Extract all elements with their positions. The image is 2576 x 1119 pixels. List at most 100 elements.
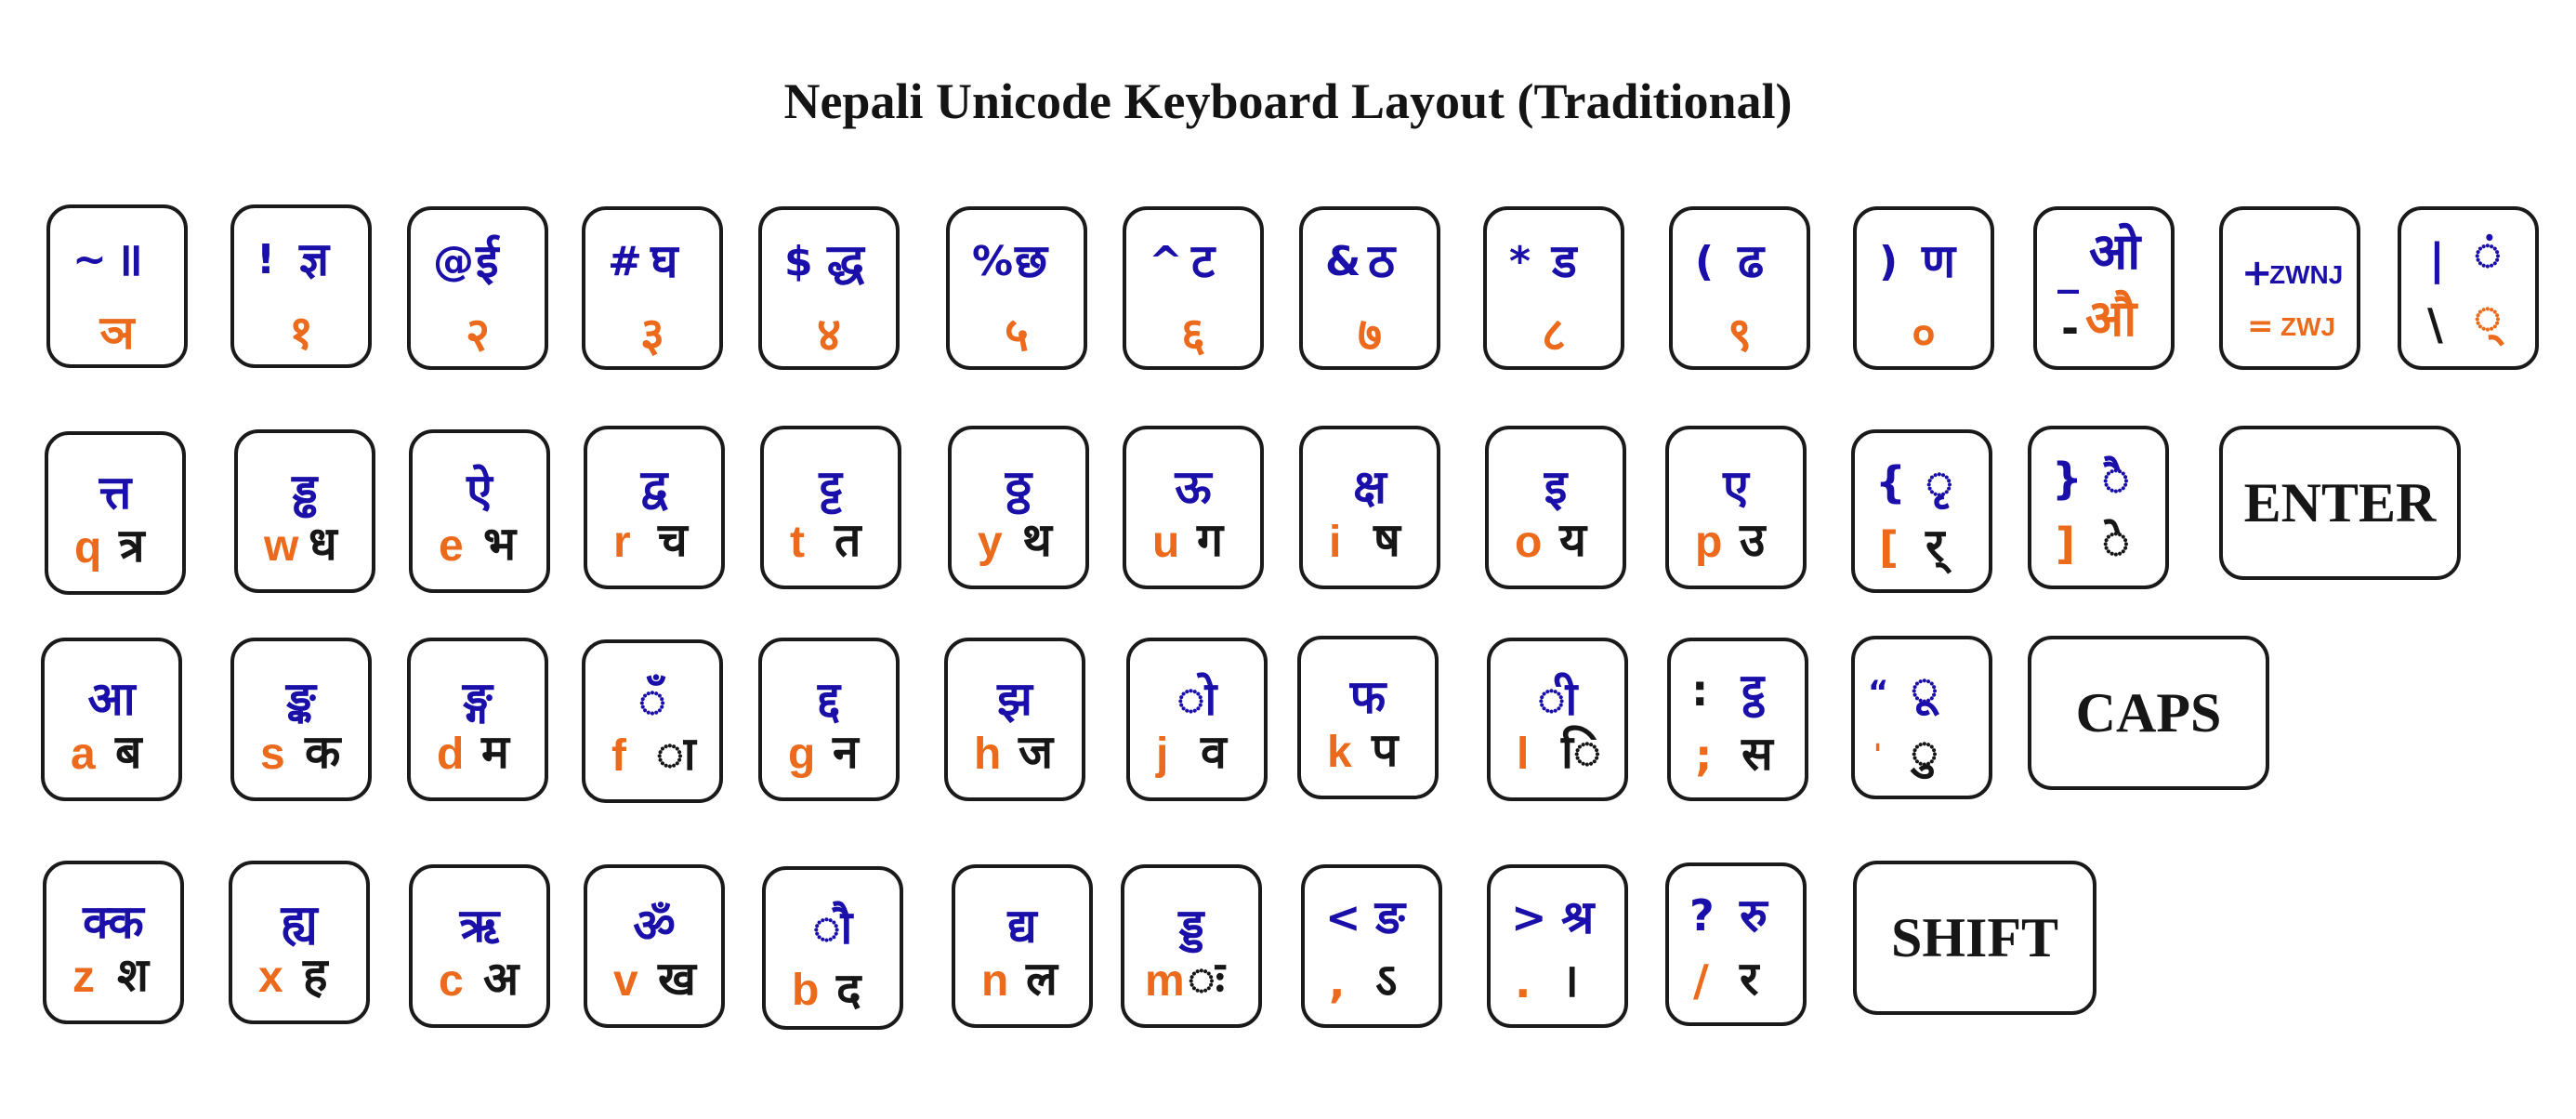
key-d[interactable]: ङ्ग d म [407, 638, 548, 801]
base-char: व [1201, 725, 1227, 779]
base-char: ८ [1542, 308, 1566, 362]
key-9[interactable]: ( ढ ९ [1669, 206, 1810, 370]
enter-key[interactable]: ENTER [2219, 426, 2461, 580]
key-i[interactable]: क्ष i ष [1299, 426, 1440, 589]
key-c[interactable]: ऋ c अ [409, 864, 550, 1028]
latin-char: i [1329, 518, 1342, 567]
base-symbol: - [2061, 303, 2080, 353]
key-backtick[interactable]: ~ ॥ ञ [46, 204, 188, 368]
base-char: ६ [1181, 308, 1205, 362]
base-char: ◌ि [1561, 725, 1601, 779]
key-f[interactable]: ◌ँ f ◌ा [582, 639, 723, 803]
key-backslash[interactable]: | ◌ं \ ◌् [2398, 206, 2539, 370]
shift-symbol: : [1691, 665, 1709, 716]
key-e[interactable]: ऐ e भ [409, 429, 550, 593]
base-char: २ [466, 308, 490, 362]
key-r[interactable]: द्व r च [584, 426, 725, 589]
key-5[interactable]: % छ ५ [946, 206, 1087, 370]
latin-char: c [439, 956, 464, 1006]
key-period[interactable]: > श्र . । [1487, 864, 1628, 1028]
latin-char: s [260, 730, 285, 779]
shift-char: श्र [1561, 890, 1595, 944]
shift-char: ड्ड [1178, 899, 1204, 953]
key-y[interactable]: ठ्ठ y थ [948, 426, 1089, 589]
base-char: ० [1912, 308, 1936, 362]
latin-char: f [611, 731, 626, 781]
base-char: ७ [1358, 308, 1382, 362]
latin-char: y [978, 518, 1003, 567]
shift-char: ज्ञ [299, 232, 330, 286]
key-1[interactable]: ! ज्ञ १ [230, 204, 372, 368]
key-g[interactable]: द्द g न [758, 638, 900, 801]
base-char: ◌ु [1911, 725, 1939, 779]
latin-char: , [1329, 957, 1346, 1007]
shift-char: ◌ू [1911, 662, 1939, 716]
latin-char: [ [1879, 522, 1899, 573]
base-char: म [481, 725, 509, 779]
shift-char: ◌ँ [638, 674, 666, 728]
key-b[interactable]: ◌ौ b द [762, 866, 903, 1030]
latin-char: d [437, 730, 465, 779]
shift-char: रु [1740, 889, 1768, 942]
key-q[interactable]: त्त q त्र [45, 431, 186, 595]
shift-char: ह्य [281, 895, 318, 949]
latin-char: p [1695, 518, 1723, 567]
base-char: ज [1019, 725, 1054, 779]
key-7[interactable]: & ठ ७ [1299, 206, 1440, 370]
key-slash[interactable]: ? रु / र [1665, 862, 1807, 1026]
shift-key[interactable]: SHIFT [1853, 861, 2096, 1015]
base-char: च [658, 513, 688, 567]
base-char: प [1372, 723, 1399, 777]
shift-char: क्ष [1353, 460, 1387, 514]
key-v[interactable]: ॐ v ख [584, 864, 725, 1028]
key-quote[interactable]: “ ◌ू ' ◌ु [1851, 636, 1992, 799]
key-t[interactable]: ट्ट t त [760, 426, 901, 589]
key-0[interactable]: ) ण ० [1853, 206, 1994, 370]
key-p[interactable]: ए p उ [1665, 426, 1807, 589]
shift-char: द्द [817, 672, 841, 726]
base-char: अ [483, 952, 519, 1006]
key-left-bracket[interactable]: { ◌ृ [ र् [1851, 429, 1992, 593]
key-minus[interactable]: _ ओ - औ [2033, 206, 2175, 370]
key-8[interactable]: * ड ८ [1483, 206, 1624, 370]
key-x[interactable]: ह्य x ह [229, 861, 370, 1024]
base-char: १ [289, 306, 313, 360]
base-char: थ [1022, 513, 1052, 567]
key-3[interactable]: # घ ३ [582, 206, 723, 370]
key-w[interactable]: ड्ढ w ध [234, 429, 375, 593]
key-o[interactable]: इ o य [1485, 426, 1626, 589]
key-j[interactable]: ◌ो j व [1126, 638, 1268, 801]
shift-char: झ [997, 672, 1032, 726]
key-z[interactable]: क्क z श [43, 861, 184, 1024]
latin-char: n [981, 956, 1009, 1006]
key-l[interactable]: ◌ी l ◌ि [1487, 638, 1628, 801]
key-semicolon[interactable]: : ट्ठ ; स [1667, 638, 1808, 801]
key-s[interactable]: ङ्क s क [230, 638, 372, 801]
shift-symbol: { [1875, 457, 1906, 507]
key-2[interactable]: @ ई २ [407, 206, 548, 370]
key-comma[interactable]: < ङ , ऽ [1301, 864, 1442, 1028]
base-char: न [833, 725, 859, 779]
shift-char: फ [1349, 670, 1387, 724]
key-n[interactable]: द्य n ल [952, 864, 1093, 1028]
caps-key[interactable]: CAPS [2028, 636, 2269, 790]
latin-char: u [1152, 518, 1180, 567]
latin-char: q [74, 523, 102, 573]
key-4[interactable]: $ द्ध ४ [758, 206, 900, 370]
latin-char: . [1515, 957, 1531, 1007]
shift-char: ढ [1738, 234, 1765, 288]
shift-char: ड [1552, 234, 1577, 288]
key-6[interactable]: ^ ट ६ [1123, 206, 1264, 370]
shift-symbol: _ [2057, 244, 2079, 294]
shift-symbol: @ [433, 238, 474, 285]
latin-char: r [613, 518, 631, 567]
key-k[interactable]: फ k प [1297, 636, 1439, 799]
key-a[interactable]: आ a ब [41, 638, 182, 801]
key-equals[interactable]: + ZWNJ = ZWJ [2219, 206, 2360, 370]
key-right-bracket[interactable]: } ◌ै ] ◌े [2028, 426, 2169, 589]
key-m[interactable]: ड्ड m ◌ः [1121, 864, 1262, 1028]
base-char: ९ [1728, 308, 1752, 362]
shift-symbol: * [1509, 238, 1531, 285]
key-h[interactable]: झ h ज [944, 638, 1085, 801]
key-u[interactable]: ऊ u ग [1123, 426, 1264, 589]
